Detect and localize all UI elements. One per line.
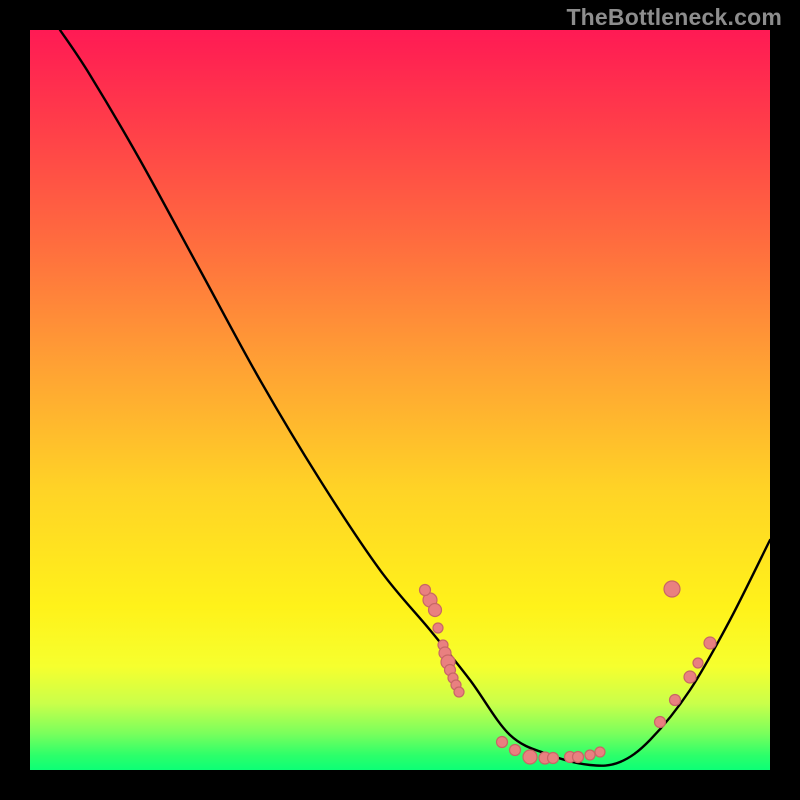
data-marker [448, 673, 458, 683]
data-marker [655, 717, 666, 728]
data-marker [684, 671, 696, 683]
data-marker [548, 753, 559, 764]
chart-stage: TheBottleneck.com [0, 0, 800, 800]
data-marker [451, 680, 461, 690]
data-marker [595, 747, 605, 757]
bottleneck-curve [60, 30, 770, 766]
data-marker [523, 750, 537, 764]
data-marker [438, 640, 448, 650]
data-marker [420, 585, 431, 596]
curve-layer [30, 30, 770, 770]
data-marker [539, 752, 551, 764]
data-marker [439, 647, 451, 659]
data-marker [510, 745, 521, 756]
data-marker [433, 623, 443, 633]
data-marker [565, 752, 576, 763]
data-marker [664, 581, 680, 597]
data-marker [670, 695, 681, 706]
plot-area [30, 30, 770, 770]
data-marker [429, 604, 442, 617]
data-marker [454, 687, 464, 697]
data-marker [585, 750, 595, 760]
data-marker [573, 752, 584, 763]
data-marker [497, 737, 508, 748]
marker-group [420, 581, 717, 764]
data-marker [704, 637, 716, 649]
watermark-text: TheBottleneck.com [566, 4, 782, 31]
data-marker [423, 593, 437, 607]
data-marker [441, 655, 455, 669]
data-marker [445, 665, 456, 676]
data-marker [693, 658, 703, 668]
